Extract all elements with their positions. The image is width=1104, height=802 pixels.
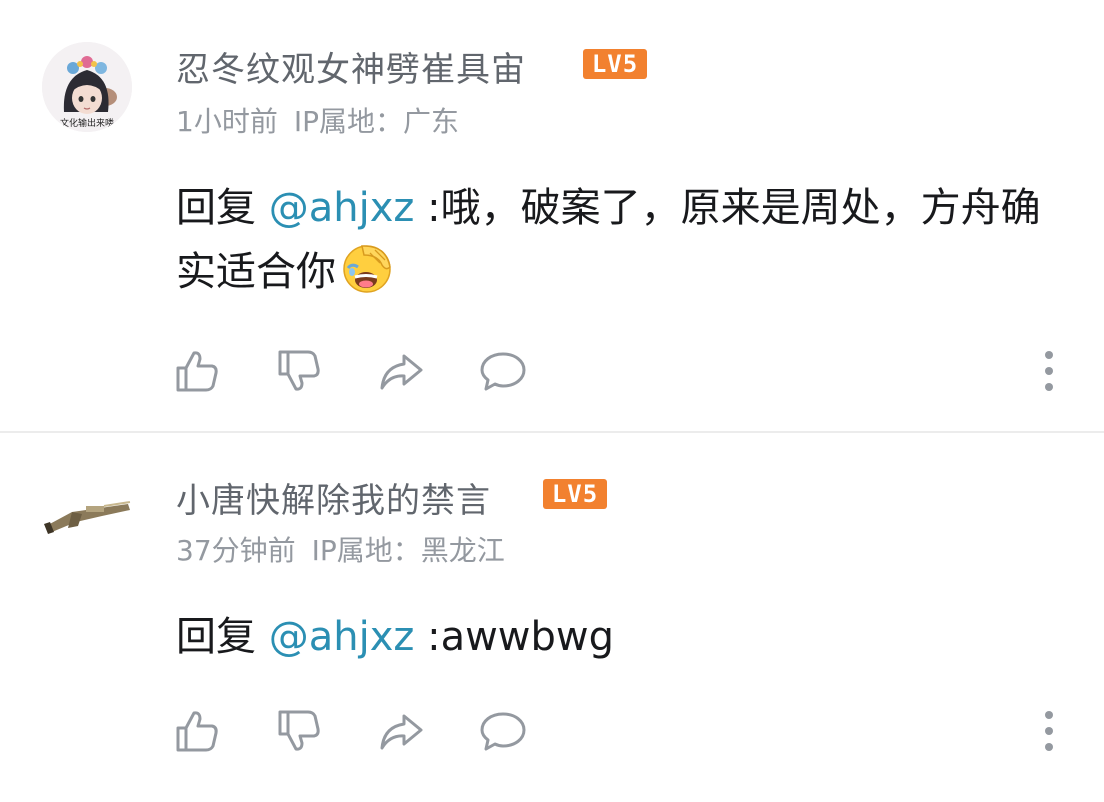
more-button[interactable]: [1024, 706, 1064, 756]
share-button[interactable]: [376, 346, 426, 396]
comment-actions: [172, 706, 1072, 756]
avatar[interactable]: 文化输出来喽: [42, 42, 132, 132]
avatar[interactable]: [42, 470, 132, 560]
avatar-caption: 文化输出来喽: [60, 117, 114, 129]
more-vertical-icon: [1045, 711, 1053, 751]
thumbs-up-icon: [176, 351, 218, 392]
avatar-image: [42, 470, 132, 560]
comment-icon: [480, 352, 526, 391]
comment-meta: 1小时前 IP属地：广东: [176, 100, 475, 140]
comment-time: 37分钟前: [176, 534, 296, 567]
comment-text: :awwbwg: [414, 614, 615, 660]
avatar-image: 文化输出来喽: [42, 42, 132, 132]
comment-content: 回复 @ahjxz :awwbwg: [176, 605, 1056, 669]
level-badge: LV5: [583, 49, 647, 79]
share-button[interactable]: [376, 706, 426, 756]
mention-link[interactable]: @ahjxz: [269, 185, 415, 231]
ip-label: IP属地：: [293, 105, 403, 138]
ip-region: 广东: [402, 105, 459, 138]
share-icon: [380, 354, 423, 390]
thumbs-down-icon: [278, 350, 320, 391]
level-badge: LV5: [543, 479, 607, 509]
more-vertical-icon: [1045, 351, 1053, 391]
dislike-button[interactable]: [274, 346, 324, 396]
ip-label: IP属地：: [311, 534, 421, 567]
reply-prefix: 回复: [176, 614, 269, 660]
comment-actions: [172, 346, 1072, 396]
dislike-button[interactable]: [274, 706, 324, 756]
facepalm-laugh-emoji: [340, 241, 394, 295]
ip-region: 黑龙江: [420, 534, 505, 567]
comment-time: 1小时前: [176, 105, 278, 138]
comment-meta: 37分钟前 IP属地：黑龙江: [176, 529, 521, 569]
reply-prefix: 回复: [176, 185, 269, 231]
comment-item: 小唐快解除我的禁言 LV5 37分钟前 IP属地：黑龙江 回复 @ahjxz :a…: [0, 433, 1104, 802]
comment-item: 文化输出来喽 忍冬纹观女神劈崔具宙 LV5 1小时前 IP属地：广东 回复 @ah…: [0, 0, 1104, 432]
thumbs-up-icon: [176, 711, 218, 752]
comment-content: 回复 @ahjxz :哦，破案了，原来是周处，方舟确实适合你: [176, 176, 1056, 304]
mention-link[interactable]: @ahjxz: [269, 614, 415, 660]
like-button[interactable]: [172, 346, 222, 396]
like-button[interactable]: [172, 706, 222, 756]
reply-button[interactable]: [478, 346, 528, 396]
comment-icon: [480, 712, 526, 751]
share-icon: [380, 714, 423, 750]
thumbs-down-icon: [278, 710, 320, 751]
username[interactable]: 小唐快解除我的禁言: [176, 473, 491, 522]
more-button[interactable]: [1024, 346, 1064, 396]
username[interactable]: 忍冬纹观女神劈崔具宙: [176, 42, 526, 91]
reply-button[interactable]: [478, 706, 528, 756]
